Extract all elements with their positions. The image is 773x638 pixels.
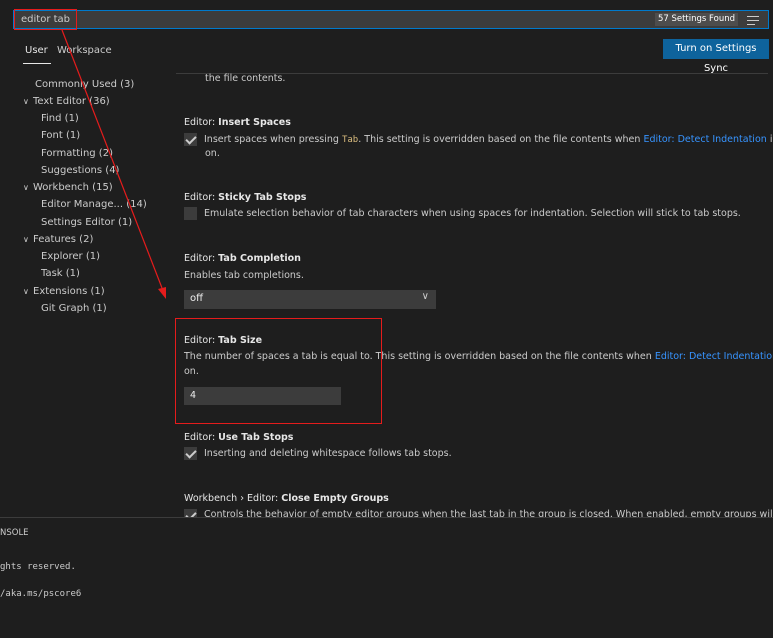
annotation-arrow xyxy=(61,29,166,299)
